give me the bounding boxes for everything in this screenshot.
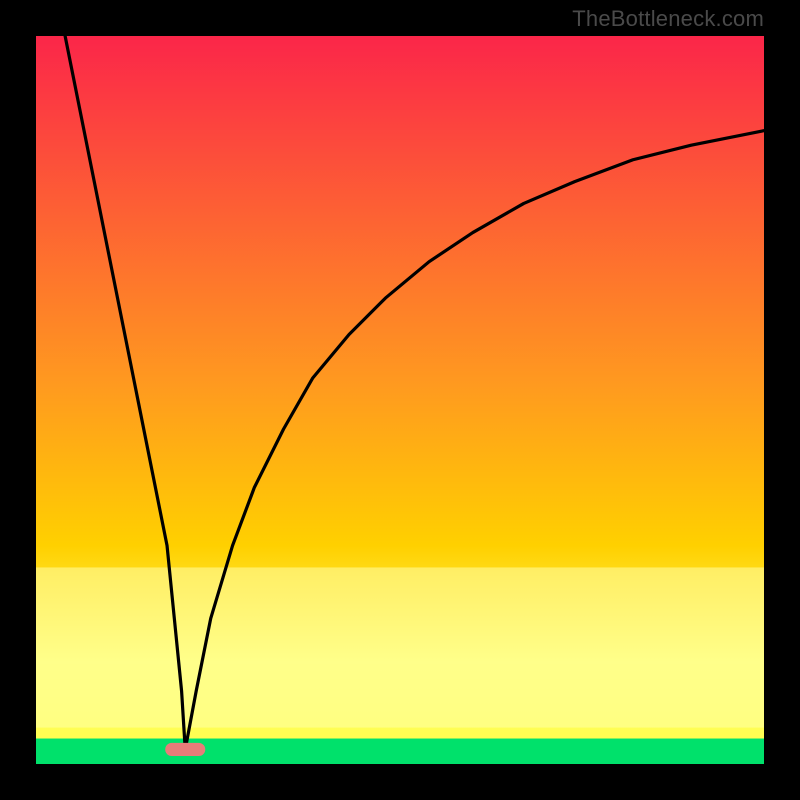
green-bottom-strip [36, 739, 764, 764]
chart-frame: TheBottleneck.com [0, 0, 800, 800]
minimum-marker [165, 743, 205, 756]
watermark-text: TheBottleneck.com [572, 6, 764, 32]
chart-svg [36, 36, 764, 764]
plot-area [36, 36, 764, 764]
pale-yellow-band [36, 567, 764, 727]
